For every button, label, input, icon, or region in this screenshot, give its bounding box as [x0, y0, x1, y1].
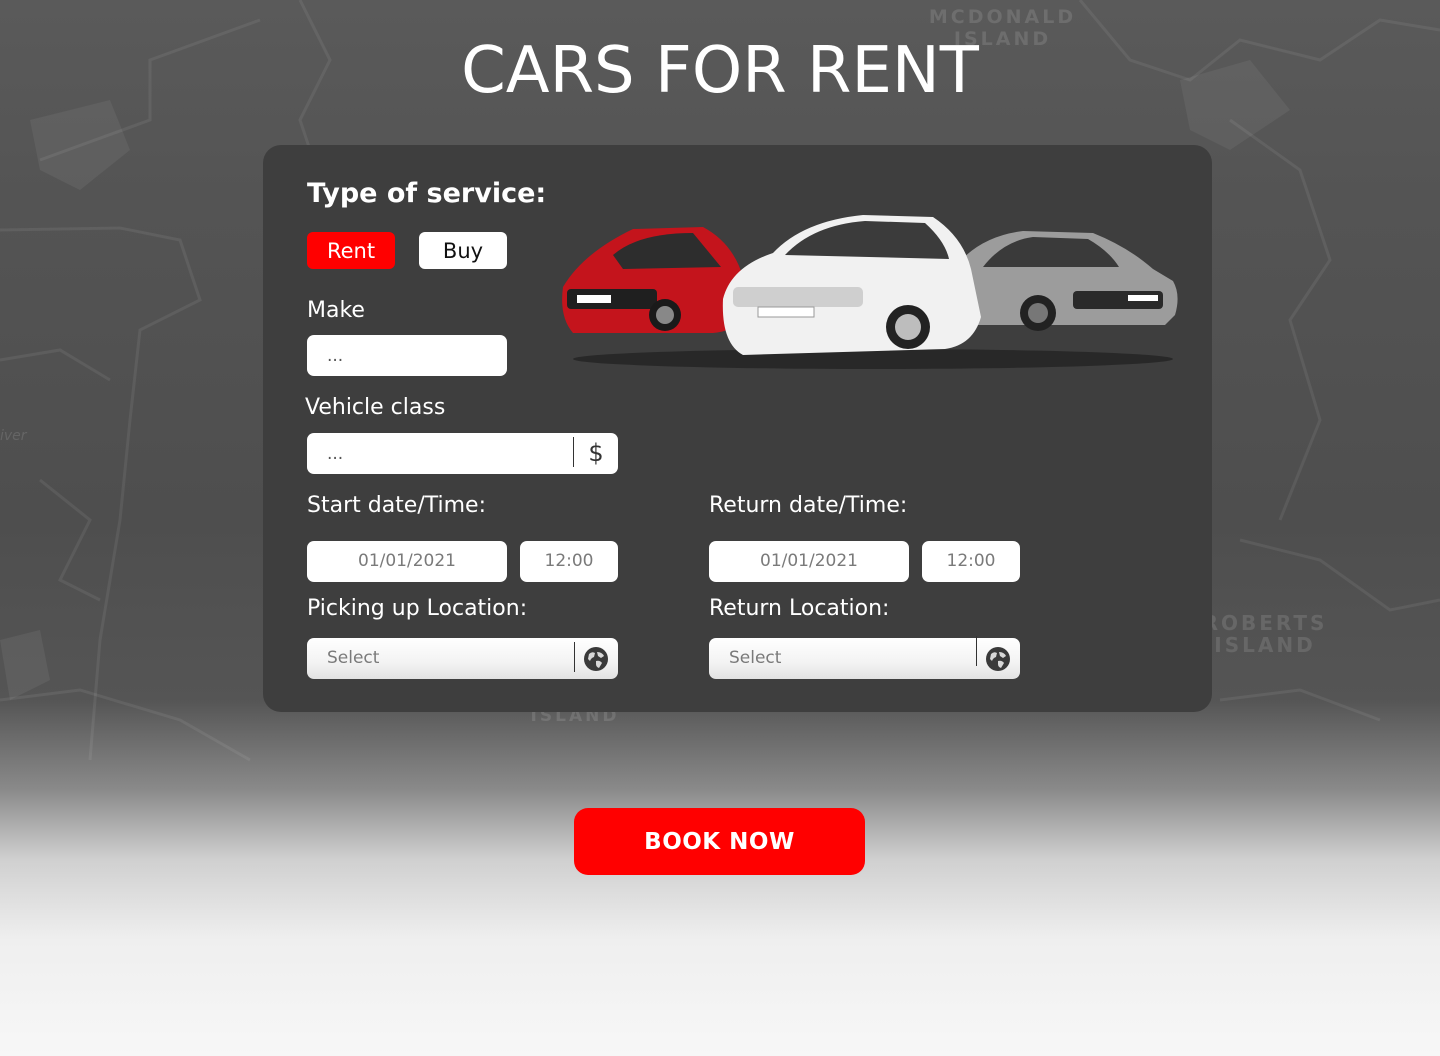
start-time-value: 12:00 [544, 551, 594, 571]
make-field [307, 335, 507, 376]
return-location-placeholder: Select [729, 648, 782, 668]
map-label-roberts-island: ROBERTS ISLAND [1200, 612, 1330, 656]
buy-button[interactable]: Buy [419, 232, 507, 269]
map-label-text: ISLAND [1214, 633, 1316, 657]
rental-form-panel: Type of service: Rent Buy Make ... Vehic… [263, 145, 1212, 712]
dollar-icon: $ [588, 439, 604, 467]
globe-icon[interactable] [985, 646, 1011, 672]
return-date-field[interactable]: 01/01/2021 [709, 541, 909, 582]
rent-button[interactable]: Rent [307, 232, 395, 269]
vehicle-class-field: $ [307, 433, 618, 474]
white-car [722, 215, 981, 355]
return-location-select[interactable]: Select [709, 636, 1020, 679]
book-now-button[interactable]: BOOK NOW [574, 808, 865, 875]
car-shadow [573, 349, 1173, 369]
page-title: CARS FOR RENT [461, 34, 979, 108]
map-label-text: ROBERTS [1202, 611, 1328, 635]
return-time-value: 12:00 [946, 551, 996, 571]
return-datetime-label: Return date/Time: [709, 493, 908, 518]
cars-illustration [562, 215, 1178, 369]
pickup-location-select[interactable]: Select [307, 638, 618, 679]
return-time-field[interactable]: 12:00 [922, 541, 1020, 582]
start-datetime-label: Start date/Time: [307, 493, 487, 518]
return-location-label: Return Location: [709, 596, 890, 621]
field-separator [574, 642, 575, 672]
vehicle-class-input[interactable] [307, 433, 573, 474]
return-date-value: 01/01/2021 [760, 551, 858, 571]
start-time-field[interactable]: 12:00 [520, 541, 618, 582]
vehicle-class-label: Vehicle class [305, 395, 446, 420]
make-label: Make [307, 298, 365, 323]
field-separator [573, 437, 574, 467]
field-separator [976, 636, 977, 666]
start-date-value: 01/01/2021 [358, 551, 456, 571]
pickup-location-placeholder: Select [327, 648, 380, 668]
globe-icon[interactable] [583, 646, 609, 672]
make-input[interactable] [307, 335, 507, 376]
red-car [562, 227, 745, 333]
map-label-river: iver [0, 428, 27, 444]
start-date-field[interactable]: 01/01/2021 [307, 541, 507, 582]
map-label-text: MCDONALD [928, 6, 1077, 28]
pickup-location-label: Picking up Location: [307, 596, 528, 621]
service-type-heading: Type of service: [307, 178, 547, 209]
